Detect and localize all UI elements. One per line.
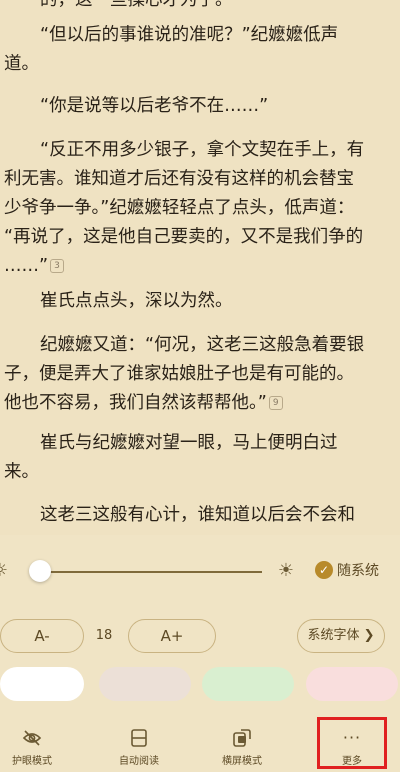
landscape-mode-label: 横屏模式 — [222, 756, 262, 767]
text-line: 崔氏点点头，深以为然。 — [40, 291, 233, 311]
brightness-low-icon: ☼ — [0, 560, 11, 582]
eye-off-icon — [21, 727, 43, 749]
brightness-slider-track[interactable] — [38, 571, 262, 573]
text-line: 这老三这般有心计，谁知道以后会不会和 — [40, 505, 355, 525]
text-line: “反正不用多少银子，拿个文契在手上，有 — [40, 140, 365, 160]
theme-swatch-white[interactable] — [0, 667, 84, 701]
text-line: 的，这一些操心才为了。 — [40, 0, 233, 10]
system-font-label: 系统字体 — [307, 628, 360, 643]
text-line: 少爷争一争。”纪嬷嬷轻轻点了点头，低声道： — [4, 198, 355, 218]
theme-swatch-beige[interactable] — [99, 667, 191, 701]
auto-read-icon — [128, 727, 150, 749]
text-fragment: ……” — [4, 256, 49, 276]
system-font-button[interactable]: 系统字体 ❯ — [297, 619, 385, 653]
paragraph: “你是说等以后老爷不在……” — [0, 92, 400, 121]
comment-badge[interactable]: 3 — [50, 259, 64, 273]
rotate-screen-icon — [231, 727, 253, 749]
text-line: “再说了，这是他自己要卖的，又不是我们争的 — [4, 227, 364, 247]
brightness-slider-thumb[interactable] — [29, 560, 51, 582]
theme-swatch-pink[interactable] — [306, 667, 398, 701]
paragraph: 纪嬷嬷又道：“何况，这老三这般急着要银 子，便是弄大了谁家姑娘肚子也是有可能的。… — [0, 331, 400, 418]
comment-badge[interactable]: 9 — [268, 396, 283, 410]
landscape-mode-button[interactable]: 横屏模式 — [202, 717, 282, 772]
font-increase-button[interactable]: A+ — [128, 619, 216, 653]
paragraph: 崔氏与纪嬷嬷对望一眼，马上便明白过 来。 — [0, 429, 400, 487]
theme-swatch-green[interactable] — [202, 667, 294, 701]
text-line: 子，便是弄大了谁家姑娘肚子也是有可能的。 — [4, 364, 354, 384]
font-size-value: 18 — [95, 628, 113, 643]
check-icon: ✓ — [315, 561, 333, 579]
paragraph: 的，这一些操心才为了。 “但以后的事谁说的准呢？”纪嬷嬷低声 道。 — [0, 0, 400, 79]
text-line: 他也不容易，我们自然该帮帮他。” 9 — [4, 389, 394, 418]
follow-system-toggle[interactable]: ✓ 随系统 — [315, 560, 379, 580]
text-line: “你是说等以后老爷不在……” — [40, 96, 269, 116]
paragraph: 这老三这般有心计，谁知道以后会不会和 — [0, 501, 400, 530]
auto-read-button[interactable]: 自动阅读 — [99, 717, 179, 772]
chevron-right-icon: ❯ — [363, 628, 375, 643]
font-decrease-button[interactable]: A- — [0, 619, 84, 653]
brightness-high-icon: ☀ — [277, 560, 295, 581]
text-line: 道。 — [4, 54, 39, 74]
auto-read-label: 自动阅读 — [119, 756, 159, 767]
text-line: 纪嬷嬷又道：“何况，这老三这般急着要银 — [40, 335, 365, 355]
reader-content: 的，这一些操心才为了。 “但以后的事谁说的准呢？”纪嬷嬷低声 道。 “你是说等以… — [0, 0, 400, 535]
settings-panel: ☼ ☀ ✓ 随系统 A- 18 A+ 系统字体 ❯ 护眼模式 自动阅读 横屏模式 — [0, 535, 400, 772]
follow-system-label: 随系统 — [337, 563, 379, 579]
eye-mode-button[interactable]: 护眼模式 — [0, 717, 72, 772]
text-fragment: 他也不容易，我们自然该帮帮他。” — [4, 393, 267, 413]
highlight-box — [317, 717, 387, 769]
paragraph: 崔氏点点头，深以为然。 — [0, 287, 400, 316]
text-line: 利无害。谁知道才后还有没有这样的机会替宝 — [4, 169, 354, 189]
text-line: 来。 — [4, 462, 39, 482]
text-line: ……” 3 — [4, 252, 394, 281]
text-line: “但以后的事谁说的准呢？”纪嬷嬷低声 — [40, 25, 339, 45]
paragraph: “反正不用多少银子，拿个文契在手上，有 利无害。谁知道才后还有没有这样的机会替宝… — [0, 136, 400, 281]
text-line: 崔氏与纪嬷嬷对望一眼，马上便明白过 — [40, 433, 338, 453]
eye-mode-label: 护眼模式 — [12, 756, 52, 767]
